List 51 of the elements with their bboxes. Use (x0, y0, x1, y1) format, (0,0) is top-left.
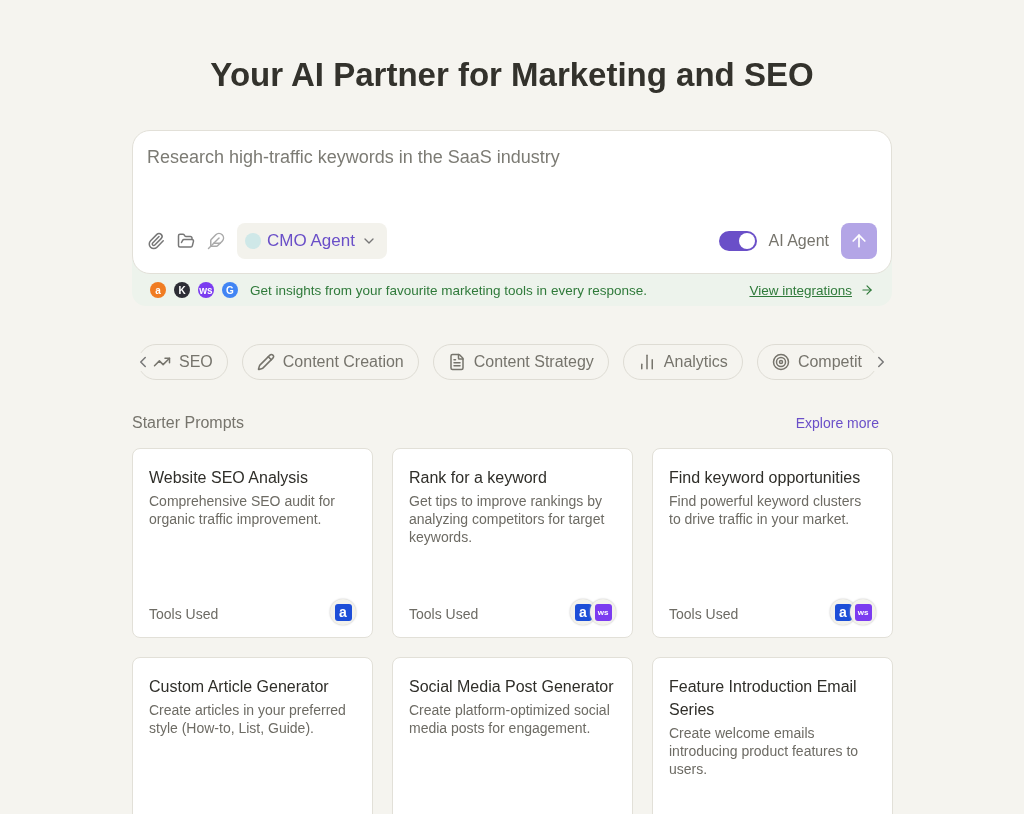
document-icon (447, 353, 466, 371)
prompt-card[interactable]: Website SEO Analysis Comprehensive SEO audit for organic traffic improvement. Tools Used a (132, 448, 373, 638)
tool-logo: a (150, 282, 166, 298)
explore-more-link[interactable]: Explore more (795, 415, 879, 431)
card-title: Social Media Post Generator (409, 677, 615, 697)
tools-label: Tools Used (409, 604, 479, 623)
category-chip[interactable]: Content Strategy (432, 344, 609, 380)
tool-logo: ws (198, 282, 214, 298)
card-description: Create platform-optimized social media posts for engagement. (409, 701, 611, 737)
tool-logo: a (334, 603, 352, 621)
feather-icon[interactable] (207, 232, 225, 250)
integrations-text: Get insights from your favourite marketing tools in every response. (250, 282, 647, 298)
section-title: Starter Prompts (132, 414, 245, 432)
paperclip-icon[interactable] (147, 232, 165, 250)
avatar-icon (245, 233, 261, 249)
card-title: Website SEO Analysis (149, 468, 309, 488)
agent-dropdown[interactable]: CMO Agent (237, 223, 387, 259)
arrow-right-icon (860, 283, 874, 297)
page-heading: Your AI Partner for Marketing and SEO (209, 56, 815, 94)
category-chip[interactable]: Analytics (622, 344, 743, 380)
tools-label: Tools Used (149, 604, 219, 623)
prompt-card[interactable]: Social Media Post Generator Create platform-optimized social media posts for engagement. (392, 657, 633, 814)
card-description: Create welcome emails introducing product features to users. (669, 724, 860, 778)
card-title: Rank for a keyword (409, 468, 548, 488)
card-description: Comprehensive SEO audit for organic traffic improvement. (149, 492, 336, 528)
pencil-icon (256, 353, 275, 371)
prompt-card[interactable]: Rank for a keyword Get tips to improve rankings by analyzing competitors for target keywords. Tools Used a ws (392, 448, 633, 638)
tool-logo: ws (594, 603, 612, 621)
tool-logo: ws (854, 603, 872, 621)
toggle-label: AI Agent (768, 232, 829, 250)
card-description: Find powerful keyword clusters to drive traffic in your market. (669, 492, 863, 528)
card-title: Feature Introduction Email Series (669, 677, 858, 720)
prompt-card[interactable]: Custom Article Generator Create articles in your preferred style (How-to, List, Guide). (132, 657, 373, 814)
card-title: Custom Article Generator (149, 677, 330, 697)
prompt-card[interactable]: Find keyword opportunities Find powerful keyword clusters to drive traffic in your market. Tools Used a ws (652, 448, 893, 638)
target-icon (771, 353, 790, 371)
prompt-input[interactable]: Research high-traffic keywords in the SaaS industry (147, 147, 877, 168)
tool-logo: a (574, 603, 592, 621)
tool-logo: a (834, 603, 852, 621)
card-description: Create articles in your preferred style (How-to, List, Guide). (149, 701, 347, 737)
category-chip[interactable]: Content Creation (241, 344, 419, 380)
card-title: Find keyword opportunities (669, 468, 862, 488)
tool-logo: G (222, 282, 238, 298)
tools-label: Tools Used (669, 604, 739, 623)
card-description: Get tips to improve rankings by analyzing competitors for target keywords. (409, 492, 606, 546)
view-integrations-link[interactable]: View integrations (749, 282, 852, 298)
folder-icon[interactable] (177, 232, 195, 250)
prompt-card[interactable]: Feature Introduction Email Series Create welcome emails introducing product features to users. (652, 657, 893, 814)
tool-logo: K (174, 282, 190, 298)
ai-agent-toggle[interactable] (718, 231, 757, 251)
send-button[interactable] (841, 223, 877, 259)
